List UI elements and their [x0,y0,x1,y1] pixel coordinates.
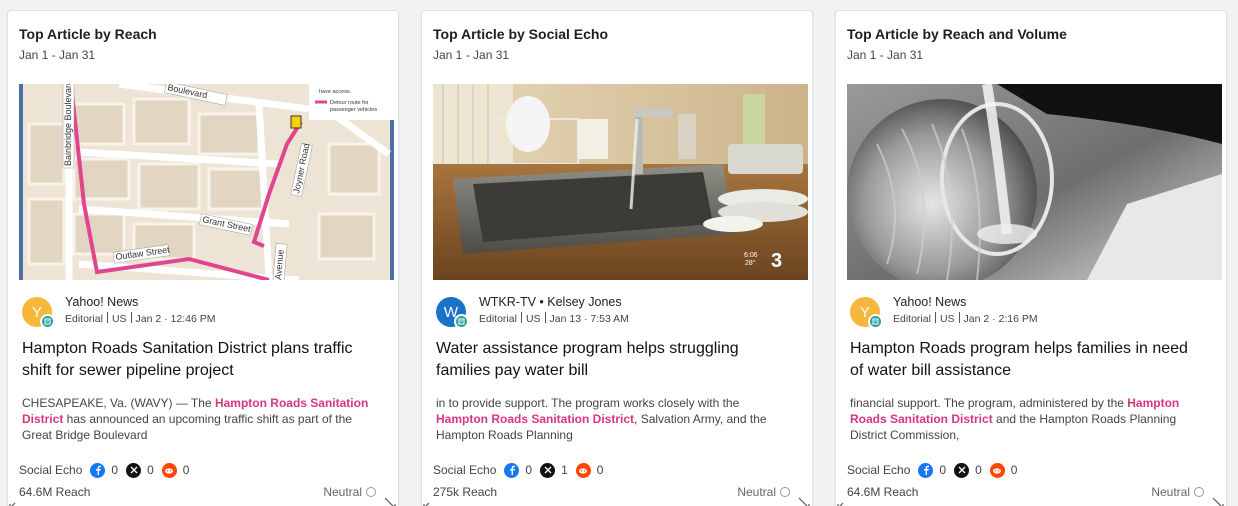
svg-text:Detour route for: Detour route for [330,100,369,106]
social-echo: Social Echo 0 0 0 [19,461,197,479]
card-date-range: Jan 1 - Jan 31 [847,48,924,62]
social-echo-label: Social Echo [847,463,911,477]
expand-icon[interactable] [9,497,21,506]
reddit-count: 0 [596,463,604,477]
svg-text:3: 3 [771,250,782,272]
facebook-icon [918,462,934,478]
water-glass-image [847,84,1222,280]
card-date-range: Jan 1 - Jan 31 [19,48,96,62]
sentiment-indicator: Neutral [737,485,790,499]
resize-icon[interactable] [1212,497,1224,506]
article-snippet: CHESAPEAKE, Va. (WAVY) — The Hampton Roa… [22,396,369,442]
x-icon [126,462,142,478]
svg-text:Bainbridge Boulevard: Bainbridge Boulevard [63,84,73,166]
article-card-reach[interactable]: Top Article by Reach Jan 1 - Jan 31 have… [7,10,399,506]
sentiment-indicator: Neutral [1151,485,1204,499]
reddit-icon [161,462,177,478]
editorial-badge-icon [40,314,55,329]
svg-text:6:06: 6:06 [744,252,758,259]
resize-icon[interactable] [798,497,810,506]
sentiment-circle-icon [1194,487,1204,497]
sentiment-circle-icon [366,487,376,497]
facebook-count: 0 [111,463,119,477]
source-name[interactable]: Yahoo! News [893,295,966,309]
article-thumbnail[interactable]: 6:06 28° 3 [433,84,808,280]
article-source: Y Yahoo! News Editorial US Jan 2 · 12:46 P… [22,295,382,329]
card-title: Top Article by Reach [19,26,157,42]
svg-text:have access.: have access. [319,89,352,95]
snippet-highlight: Hampton Roads Sanitation District [436,412,635,426]
reddit-icon [575,462,591,478]
social-echo: Social Echo 0 0 0 [847,461,1025,479]
x-icon [954,462,970,478]
source-name[interactable]: Yahoo! News [65,295,138,309]
sentiment-indicator: Neutral [323,485,376,499]
article-card-social-echo[interactable]: Top Article by Social Echo Jan 1 - Jan 3… [421,10,813,506]
editorial-badge-icon [454,314,469,329]
article-source: Y Yahoo! News Editorial US Jan 2 · 2:16 PM [850,295,1210,329]
article-card-reach-volume[interactable]: Top Article by Reach and Volume Jan 1 - … [835,10,1227,506]
source-meta: Editorial US Jan 2 · 2:16 PM [893,312,1038,325]
facebook-icon [90,462,106,478]
card-title: Top Article by Social Echo [433,26,609,42]
article-snippet: in to provide support. The program works… [436,396,767,442]
article-headline[interactable]: Hampton Roads Sanitation District plans … [22,338,372,382]
source-meta: Editorial US Jan 2 · 12:46 PM [65,312,216,325]
x-icon [540,462,556,478]
expand-icon[interactable] [423,497,435,506]
facebook-count: 0 [525,463,533,477]
article-thumbnail[interactable]: have access. Detour route for passenger … [19,84,394,280]
editorial-badge-icon [868,314,883,329]
article-thumbnail[interactable] [847,84,1222,280]
article-headline[interactable]: Hampton Roads program helps families in … [850,338,1200,382]
svg-text:28°: 28° [745,259,756,267]
article-source: W WTKR-TV • Kelsey Jones Editorial US Jan … [436,295,796,329]
article-snippet: financial support. The program, administ… [850,396,1180,442]
reach-value: 275k Reach [433,485,498,499]
source-meta: Editorial US Jan 13 · 7:53 AM [479,312,629,325]
card-date-range: Jan 1 - Jan 31 [433,48,510,62]
expand-icon[interactable] [837,497,849,506]
x-count: 0 [975,463,982,477]
social-echo-label: Social Echo [19,463,83,477]
social-echo: Social Echo 0 1 0 [433,461,611,479]
x-count: 0 [147,463,154,477]
reddit-icon [989,462,1005,478]
facebook-icon [504,462,520,478]
facebook-count: 0 [939,463,947,477]
article-headline[interactable]: Water assistance program helps strugglin… [436,338,786,382]
x-count: 1 [561,463,568,477]
svg-text:passenger vehicles: passenger vehicles [330,107,377,113]
reddit-count: 0 [1010,463,1018,477]
source-name[interactable]: WTKR-TV • Kelsey Jones [479,295,622,309]
social-echo-label: Social Echo [433,463,497,477]
map-image: have access. Detour route for passenger … [19,84,394,280]
reddit-count: 0 [182,463,190,477]
card-title: Top Article by Reach and Volume [847,26,1067,42]
kitchen-sink-image: 6:06 28° 3 [433,84,808,280]
reach-value: 64.6M Reach [847,485,919,499]
resize-icon[interactable] [384,497,396,506]
sentiment-circle-icon [780,487,790,497]
reach-value: 64.6M Reach [19,485,91,499]
